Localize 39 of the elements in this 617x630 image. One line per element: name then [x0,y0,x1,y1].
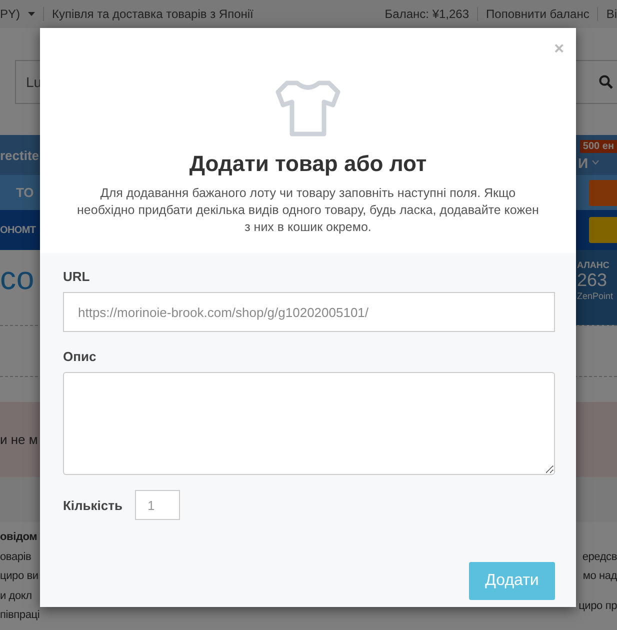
top-up-link[interactable]: Поповнити баланс [486,7,590,21]
search-icon [599,74,613,88]
url-field[interactable]: https://morinoie-brook.com/shop/g/g10202005101/ [63,292,555,332]
add-button[interactable]: Додати [469,562,555,600]
balance-unit: ZenPoint [577,291,614,301]
tagline: Купівля та доставка товарів з Японії [52,7,254,21]
balance-text: Баланс: ¥1,263 [384,7,470,21]
section-heading: овідом [0,530,38,545]
balance-label: АЛАНС [577,260,610,270]
text-line: циро ви [0,569,38,584]
text-line: оварів [0,550,32,564]
field-label: URL [63,269,91,284]
nav-item[interactable]: ОНОМТ [0,224,36,236]
currency-selector[interactable]: PY) [0,7,20,21]
dialog-title: Додати товар або лот [189,151,427,177]
balance-value: 263 [577,270,608,291]
price-badge: 500 ен [580,140,617,152]
promo-button[interactable] [589,180,617,206]
close-button[interactable]: × [552,40,566,57]
menu-item[interactable]: И [578,154,588,170]
dialog-description: Для додавання бажаного лоту чи товару заповніть наступні поля. Якщо необхідно придбати декілька видів одного товару, будь ласка, додавайте кожен з них в кошик окремо. [76,185,540,236]
caret-icon [28,12,36,16]
text-line: півпраці [0,608,40,623]
brand-text: rectite [0,148,40,162]
page-heading: со [0,259,34,298]
text-line: и докл [0,588,32,604]
text-line: циро пр [578,598,617,614]
text-line: мо над [582,569,617,584]
notice-text: и не м [0,432,38,447]
field-label: Опис [63,349,98,364]
action-button[interactable] [589,217,617,243]
nav-item[interactable]: ТО [0,185,34,200]
description-field[interactable] [63,372,555,475]
text-line: ередсв [582,550,617,564]
quantity-field[interactable]: 1 [134,490,180,520]
t-shirt-icon [275,80,341,137]
chevron-icon [592,160,599,165]
field-label: Кількість [63,498,123,512]
top-link[interactable]: Ві [606,7,617,21]
